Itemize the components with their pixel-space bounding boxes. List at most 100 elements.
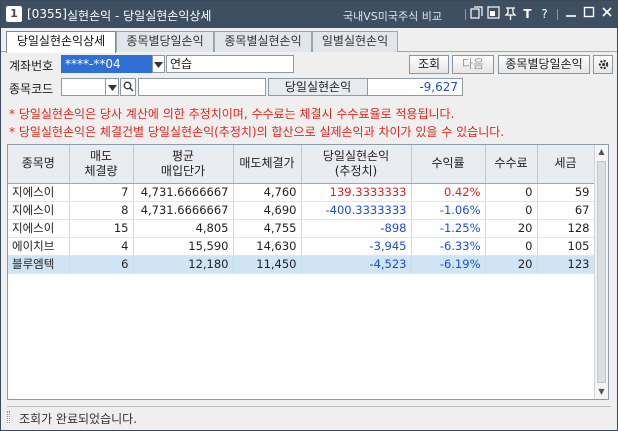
tab-realized-by-day[interactable]: 일별실현손익: [312, 31, 398, 52]
column-header-label: 종목명: [21, 156, 55, 171]
cell-stock-name: 에이치브: [8, 237, 70, 256]
table-row[interactable]: 에이치브 4 15,590 14,630 -3,945 -6.33% 0 105: [8, 237, 595, 256]
cell-tax: 105: [537, 237, 595, 256]
cell-realized-pnl: -4,523: [301, 255, 412, 274]
copy-icon[interactable]: [469, 6, 484, 22]
notice-difference: * 당일실현손익은 체결건별 당일실현손익(추정치)의 합산으로 실제손익과 차…: [9, 125, 505, 139]
tab-daily-by-stock[interactable]: 종목별당일손익: [116, 31, 214, 52]
table-row[interactable]: 블루엠텍 6 12,180 11,450 -4,523 -6.19% 20 123: [8, 255, 595, 274]
cell-tax: 67: [537, 201, 595, 220]
grid-body: 지에스이 7 4,731.6666667 4,760 139.3333333 0.42% 0…: [8, 183, 595, 274]
account-number-field[interactable]: ****-**04: [61, 55, 153, 73]
scroll-down-arrow-icon[interactable]: ▼: [595, 385, 608, 399]
stock-dropdown-button[interactable]: [105, 78, 119, 96]
window: 1 [0355] 실현손익 - 당일실현손익상세 국내VS미국주식 비교 T ?…: [0, 0, 618, 431]
column-header-sublabel: 매입단가: [160, 163, 206, 178]
stock-code-input[interactable]: [61, 78, 106, 96]
table-row[interactable]: 지에스이 7 4,731.6666667 4,760 139.3333333 0.42% 0…: [8, 183, 595, 202]
close-icon[interactable]: [599, 6, 614, 22]
cell-return-rate: -6.19%: [411, 255, 486, 274]
settings-button[interactable]: [593, 55, 613, 74]
help-icon[interactable]: ?: [537, 6, 552, 22]
cell-tax: 123: [537, 255, 595, 274]
cell-avg-price: 4,731.6666667: [133, 183, 234, 202]
vertical-scrollbar[interactable]: ▲ ▼: [594, 145, 608, 399]
table-row[interactable]: 지에스이 15 4,805 4,755 -898 -1.25% 20 128: [8, 219, 595, 238]
cell-return-rate: -1.06%: [411, 201, 486, 220]
cell-avg-price: 15,590: [133, 237, 234, 256]
notice-estimate: * 당일실현손익은 당사 계산에 의한 추정치이며, 수수료는 체결시 수수료율…: [9, 107, 455, 121]
font-icon[interactable]: T: [520, 6, 535, 22]
cell-avg-price: 4,805: [133, 219, 234, 238]
grid-column-header[interactable]: 당일실현손익 (추정치): [301, 145, 412, 184]
cell-fee: 0: [485, 183, 538, 202]
grid-column-header[interactable]: 매도체결가: [233, 145, 302, 184]
grid-header-row: 종목명 매도 체결량 평균 매입단가 매도체결가 당일실현손익 (추정치) 수익률 수수료 세금: [8, 145, 595, 184]
column-header-label: 매도: [89, 148, 113, 163]
column-header-label: 세금: [554, 156, 577, 171]
status-grip-icon: [7, 411, 10, 423]
cell-realized-pnl: 139.3333333: [301, 183, 412, 202]
cell-fee: 20: [485, 219, 538, 238]
by-stock-button[interactable]: 종목별당일손익: [498, 55, 590, 74]
grid-column-header[interactable]: 종목명: [8, 145, 70, 184]
cell-sell-qty: 6: [69, 255, 134, 274]
summary-value: -9,627: [367, 78, 463, 96]
summary-label: 당일실현손익: [268, 78, 368, 96]
cell-sell-price: 4,690: [233, 201, 302, 220]
scroll-up-arrow-icon[interactable]: ▲: [595, 145, 608, 159]
next-button[interactable]: 다음: [452, 55, 494, 74]
screen-number-badge: 1: [6, 6, 22, 22]
cell-fee: 0: [485, 237, 538, 256]
cell-return-rate: -6.33%: [411, 237, 486, 256]
column-header-label: 평균: [171, 148, 195, 163]
cell-return-rate: -1.25%: [411, 219, 486, 238]
grid-column-header[interactable]: 수익률: [411, 145, 486, 184]
cell-stock-name: 지에스이: [8, 219, 70, 238]
grid-column-header[interactable]: 매도 체결량: [69, 145, 134, 184]
column-header-label: 수익률: [431, 156, 465, 171]
status-message: 조회가 완료되었습니다.: [19, 412, 138, 426]
cell-avg-price: 12,180: [133, 255, 234, 274]
cell-return-rate: 0.42%: [411, 183, 486, 202]
cell-realized-pnl: -898: [301, 219, 412, 238]
stock-code-label: 종목코드: [9, 82, 54, 96]
cell-sell-qty: 7: [69, 183, 134, 202]
maximize-icon[interactable]: [581, 6, 596, 22]
cell-stock-name: 지에스이: [8, 201, 70, 220]
cell-realized-pnl: -400.3333333: [301, 201, 412, 220]
column-header-label: 매도체결가: [239, 156, 295, 171]
table-row[interactable]: 지에스이 8 4,731.6666667 4,690 -400.3333333 -1.06…: [8, 201, 595, 220]
pin-icon[interactable]: [503, 6, 518, 22]
grid-column-header[interactable]: 평균 매입단가: [133, 145, 234, 184]
grid-table: 종목명 매도 체결량 평균 매입단가 매도체결가 당일실현손익 (추정치) 수익률 수수료 세금 지…: [8, 145, 595, 274]
title-bar[interactable]: 1 [0355] 실현손익 - 당일실현손익상세 국내VS미국주식 비교 T ?: [1, 1, 617, 28]
cell-sell-price: 11,450: [233, 255, 302, 274]
cell-tax: 128: [537, 219, 595, 238]
gear-icon: [597, 59, 610, 74]
column-header-label: 수수료: [494, 156, 528, 171]
stock-name-field: [138, 78, 266, 96]
grid-column-header[interactable]: 수수료: [485, 145, 538, 184]
tab-realized-by-stock[interactable]: 종목별실현손익: [214, 31, 312, 52]
cell-fee: 20: [485, 255, 538, 274]
cell-sell-price: 14,630: [233, 237, 302, 256]
compare-link[interactable]: 국내VS미국주식 비교: [343, 8, 442, 24]
title-separator: [557, 9, 558, 20]
cell-sell-qty: 8: [69, 201, 134, 220]
account-label: 계좌번호: [9, 59, 54, 73]
column-header-label: 당일실현손익: [322, 148, 390, 163]
cell-stock-name: 지에스이: [8, 183, 70, 202]
stock-search-button[interactable]: [120, 78, 136, 96]
restore-icon[interactable]: [486, 6, 501, 22]
minimize-icon[interactable]: [563, 6, 578, 22]
query-button[interactable]: 조회: [409, 55, 449, 74]
screen-code: [0355]: [27, 7, 67, 21]
grid-column-header[interactable]: 세금: [537, 145, 595, 184]
cell-sell-qty: 15: [69, 219, 134, 238]
scroll-thumb[interactable]: [597, 161, 606, 383]
cell-tax: 59: [537, 183, 595, 202]
tab-daily-realized-detail[interactable]: 당일실현손익상세: [6, 31, 116, 53]
account-dropdown-button[interactable]: [152, 55, 165, 73]
column-header-sublabel: 체결량: [84, 163, 118, 178]
